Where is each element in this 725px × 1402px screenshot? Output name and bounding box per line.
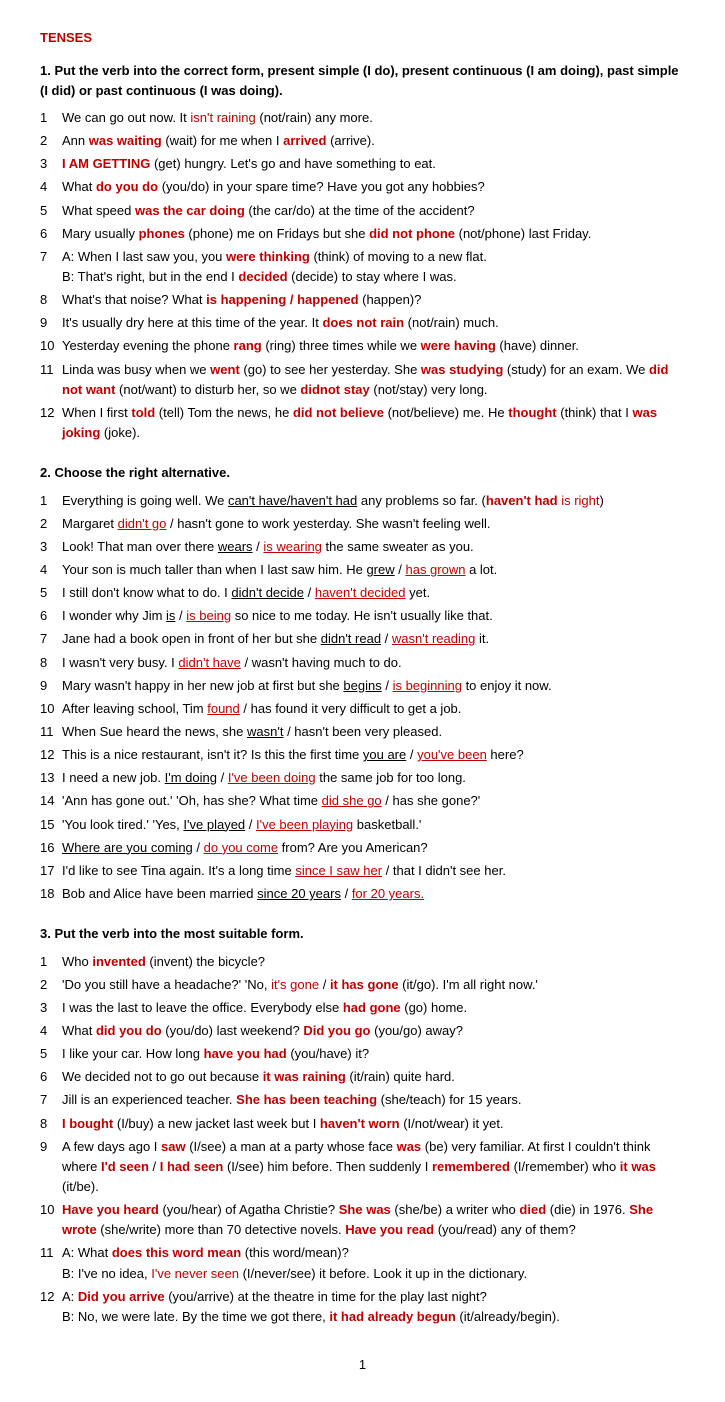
list-item: 5 What speed was the car doing (the car/… (40, 201, 685, 221)
list-item: 3 I AM GETTING (get) hungry. Let's go an… (40, 154, 685, 174)
list-item: 2 Margaret didn't go / hasn't gone to wo… (40, 514, 685, 534)
list-item: 6 I wonder why Jim is / is being so nice… (40, 606, 685, 626)
list-item: 11 A: What does this word mean (this wor… (40, 1243, 685, 1283)
list-item: 4 Your son is much taller than when I la… (40, 560, 685, 580)
list-item: 10 Yesterday evening the phone rang (rin… (40, 336, 685, 356)
list-item: 7 Jill is an experienced teacher. She ha… (40, 1090, 685, 1110)
list-item: 6 We decided not to go out because it wa… (40, 1067, 685, 1087)
section-3: 3. Put the verb into the most suitable f… (40, 924, 685, 1327)
section-2-title: 2. Choose the right alternative. (40, 463, 685, 483)
list-item: 3 Look! That man over there wears / is w… (40, 537, 685, 557)
list-item: 1 Who invented (invent) the bicycle? (40, 952, 685, 972)
list-item: 5 I still don't know what to do. I didn'… (40, 583, 685, 603)
list-item: 8 I wasn't very busy. I didn't have / wa… (40, 653, 685, 673)
section-3-title: 3. Put the verb into the most suitable f… (40, 924, 685, 944)
list-item: 7 A: When I last saw you, you were think… (40, 247, 685, 287)
section-1-title: 1. Put the verb into the correct form, p… (40, 61, 685, 100)
list-item: 12 This is a nice restaurant, isn't it? … (40, 745, 685, 765)
page-title: TENSES (40, 30, 685, 45)
list-item: 13 I need a new job. I'm doing / I've be… (40, 768, 685, 788)
page-number: 1 (40, 1357, 685, 1372)
list-item: 7 Jane had a book open in front of her b… (40, 629, 685, 649)
list-item: 10 Have you heard (you/hear) of Agatha C… (40, 1200, 685, 1240)
section-2: 2. Choose the right alternative. 1 Every… (40, 463, 685, 904)
list-item: 15 'You look tired.' 'Yes, I've played /… (40, 815, 685, 835)
list-item: 5 I like your car. How long have you had… (40, 1044, 685, 1064)
list-item: 8 I bought (I/buy) a new jacket last wee… (40, 1114, 685, 1134)
list-item: 4 What do you do (you/do) in your spare … (40, 177, 685, 197)
list-item: 9 A few days ago I saw (I/see) a man at … (40, 1137, 685, 1197)
list-item: 3 I was the last to leave the office. Ev… (40, 998, 685, 1018)
list-item: 16 Where are you coming / do you come fr… (40, 838, 685, 858)
list-item: 4 What did you do (you/do) last weekend?… (40, 1021, 685, 1041)
list-item: 9 Mary wasn't happy in her new job at fi… (40, 676, 685, 696)
list-item: 17 I'd like to see Tina again. It's a lo… (40, 861, 685, 881)
list-item: 9 It's usually dry here at this time of … (40, 313, 685, 333)
list-item: 1 Everything is going well. We can't hav… (40, 491, 685, 511)
list-item: 14 'Ann has gone out.' 'Oh, has she? Wha… (40, 791, 685, 811)
list-item: 10 After leaving school, Tim found / has… (40, 699, 685, 719)
list-item: 2 Ann was waiting (wait) for me when I a… (40, 131, 685, 151)
section-1: 1. Put the verb into the correct form, p… (40, 61, 685, 443)
list-item: 12 When I first told (tell) Tom the news… (40, 403, 685, 443)
list-item: 11 Linda was busy when we went (go) to s… (40, 360, 685, 400)
list-item: 2 'Do you still have a headache?' 'No, i… (40, 975, 685, 995)
list-item: 18 Bob and Alice have been married since… (40, 884, 685, 904)
list-item: 11 When Sue heard the news, she wasn't /… (40, 722, 685, 742)
list-item: 8 What's that noise? What is happening /… (40, 290, 685, 310)
list-item: 12 A: Did you arrive (you/arrive) at the… (40, 1287, 685, 1327)
list-item: 1 We can go out now. It isn't raining (n… (40, 108, 685, 128)
list-item: 6 Mary usually phones (phone) me on Frid… (40, 224, 685, 244)
